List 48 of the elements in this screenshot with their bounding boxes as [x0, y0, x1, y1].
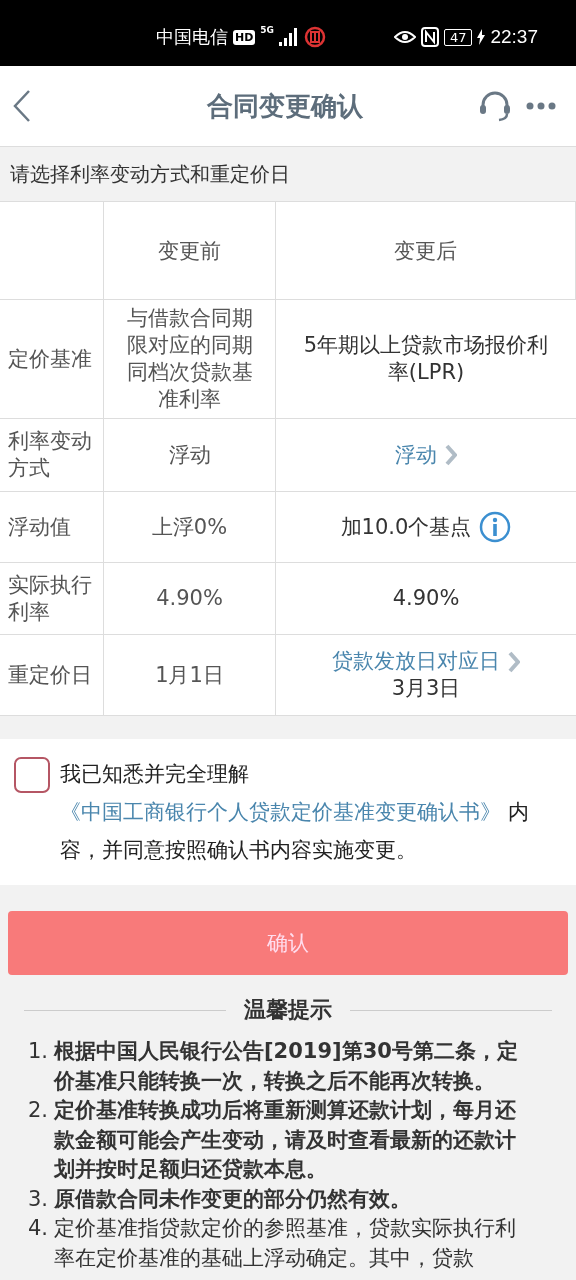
- table-cell: 1月1日: [104, 635, 276, 716]
- agreement-document-link[interactable]: 《中国工商银行个人贷款定价基准变更确认书》: [60, 800, 501, 824]
- row-label: 利率变动方式: [0, 419, 104, 492]
- tip-text: 定价基准指贷款定价的参照基准，贷款实际执行利率在定价基准的基础上浮动确定。其中，贷款: [54, 1215, 517, 1272]
- nfc-icon: [420, 27, 439, 47]
- tip-number: 4.: [28, 1215, 50, 1242]
- option-link[interactable]: 浮动: [395, 441, 437, 469]
- row-label: 重定价日: [0, 635, 104, 716]
- page-title: 合同变更确认: [206, 89, 364, 123]
- headset-icon[interactable]: [478, 90, 512, 122]
- table-cell: 加10.0个基点: [340, 513, 472, 541]
- tip-text: 原借款合同未作变更的部分仍然有效。: [54, 1185, 411, 1213]
- column-header: 变更前: [104, 202, 276, 300]
- table-cell-text: 5年期以上贷款市场报价利率(LPR): [302, 332, 550, 386]
- table-cell: 4.90%: [104, 563, 276, 635]
- signal-icon: [279, 28, 299, 46]
- charging-icon: [477, 29, 486, 45]
- eye-icon: [393, 29, 416, 45]
- table-cell: 浮动: [104, 419, 276, 492]
- hd-badge: HD: [233, 29, 256, 45]
- agreement-checkbox[interactable]: [14, 757, 50, 793]
- chevron-right-icon: [508, 650, 520, 673]
- back-icon[interactable]: [12, 89, 32, 123]
- table-cell: 4.90%: [392, 585, 460, 612]
- tip-number: 1.: [28, 1038, 50, 1065]
- tips-title: 温馨提示: [244, 996, 332, 1024]
- bank-logo-icon: [304, 26, 326, 48]
- network-type: 5G: [260, 25, 274, 35]
- column-header: 变更后: [276, 202, 576, 300]
- battery-indicator: 47: [443, 28, 473, 46]
- agreement-text: 我已知悉并完全理解 《中国工商银行个人贷款定价基准变更确认书》 内容，并同意按照确认书内容实施变更。: [60, 761, 530, 864]
- more-icon[interactable]: [526, 102, 556, 110]
- option-link[interactable]: 贷款发放日对应日: [332, 648, 500, 675]
- tip-text: 定价基准转换成功后将重新测算还款计划，每月还款金额可能会产生变动，请及时查看最新的还款计划并按时足额归还贷款本息。: [54, 1097, 517, 1183]
- tip-text: 根据中国人民银行公告[2019]第30号第二条，定价基准只能转换一次，转换之后不能再次转换。: [54, 1038, 519, 1095]
- table-cell: 上浮0%: [104, 492, 276, 563]
- table-cell: 与借款合同期限对应的同期同档次贷款基准利率: [104, 300, 276, 419]
- clock: 22:37: [490, 26, 538, 48]
- tip-number: 3.: [28, 1185, 50, 1213]
- table-cell: 3月3日: [391, 675, 461, 702]
- row-label: 实际执行利率: [0, 563, 104, 635]
- chevron-right-icon: [445, 444, 457, 466]
- row-label: 定价基准: [0, 300, 104, 419]
- section-label: 请选择利率变动方式和重定价日: [9, 160, 291, 188]
- carrier-name: 中国电信: [156, 25, 228, 49]
- info-icon[interactable]: [479, 511, 512, 543]
- row-label: 浮动值: [0, 492, 104, 563]
- tip-number: 2.: [28, 1097, 50, 1124]
